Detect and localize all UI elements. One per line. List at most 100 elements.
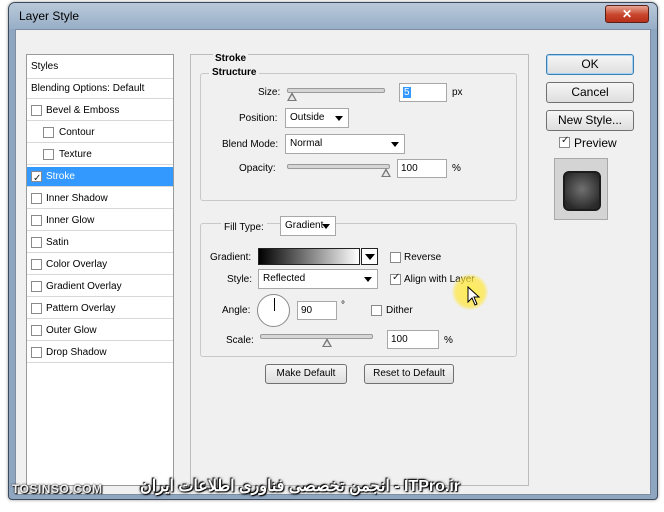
new-style-button[interactable]: New Style... bbox=[546, 110, 634, 131]
title-bar[interactable]: Layer Style ✕ bbox=[9, 3, 657, 29]
angle-dial-hand bbox=[274, 298, 275, 311]
fill-type-dropdown[interactable]: Gradient bbox=[280, 216, 336, 236]
position-dropdown[interactable]: Outside bbox=[285, 108, 349, 128]
sidebar-item-blending-options[interactable]: Blending Options: Default bbox=[27, 79, 173, 99]
gradient-picker-button[interactable] bbox=[361, 248, 378, 265]
sidebar-item-label: Blending Options: Default bbox=[31, 83, 145, 94]
chevron-down-icon bbox=[322, 224, 330, 229]
size-unit: px bbox=[452, 87, 463, 98]
inner-glow-checkbox[interactable] bbox=[31, 215, 42, 226]
style-preview-swatch bbox=[554, 158, 608, 220]
size-label: Size: bbox=[258, 87, 281, 98]
pattern-overlay-checkbox[interactable] bbox=[31, 303, 42, 314]
gradient-swatch[interactable] bbox=[258, 248, 360, 265]
sidebar-item-contour[interactable]: Contour bbox=[27, 123, 173, 143]
bevel-emboss-checkbox[interactable] bbox=[31, 105, 42, 116]
sidebar-item-label: Outer Glow bbox=[46, 325, 97, 336]
angle-label: Angle: bbox=[222, 305, 251, 316]
size-input[interactable]: 5 bbox=[399, 83, 447, 102]
stroke-panel: Stroke Structure Size: 5 px Position: Ou… bbox=[190, 53, 529, 486]
color-overlay-checkbox[interactable] bbox=[31, 259, 42, 270]
dither-label: Dither bbox=[386, 305, 413, 316]
close-icon: ✕ bbox=[621, 7, 633, 21]
make-default-label: Make Default bbox=[276, 368, 336, 379]
ok-label: OK bbox=[581, 57, 599, 71]
preview-thumbnail bbox=[563, 171, 601, 211]
sidebar-item-outer-glow[interactable]: Outer Glow bbox=[27, 321, 173, 341]
satin-checkbox[interactable] bbox=[31, 237, 42, 248]
opacity-slider[interactable] bbox=[287, 164, 390, 169]
scale-input[interactable]: 100 bbox=[387, 330, 439, 349]
opacity-input[interactable]: 100 bbox=[397, 159, 447, 178]
style-label: Style: bbox=[227, 274, 253, 285]
opacity-value: 100 bbox=[401, 163, 418, 174]
scale-slider[interactable] bbox=[260, 334, 373, 339]
scale-value: 100 bbox=[391, 334, 408, 345]
size-value: 5 bbox=[403, 87, 411, 98]
stroke-section-title: Stroke bbox=[213, 53, 249, 64]
sidebar-item-label: Inner Glow bbox=[46, 215, 95, 226]
sidebar-item-color-overlay[interactable]: Color Overlay bbox=[27, 255, 173, 275]
dither-checkbox[interactable] bbox=[371, 305, 382, 316]
cancel-label: Cancel bbox=[571, 85, 609, 99]
reset-to-default-label: Reset to Default bbox=[373, 368, 445, 379]
opacity-label: Opacity: bbox=[239, 163, 276, 174]
align-with-layer-checkbox[interactable] bbox=[390, 272, 401, 285]
opacity-slider-thumb[interactable] bbox=[381, 168, 391, 177]
sidebar-item-drop-shadow[interactable]: Drop Shadow bbox=[27, 343, 173, 363]
gradient-label: Gradient: bbox=[210, 252, 252, 263]
stroke-checkbox[interactable] bbox=[31, 169, 42, 189]
size-slider-thumb[interactable] bbox=[287, 92, 297, 101]
gradient-overlay-checkbox[interactable] bbox=[31, 281, 42, 292]
preview-label: Preview bbox=[574, 136, 617, 150]
dialog-client-area: Styles Blending Options: Default Bevel &… bbox=[15, 29, 651, 495]
angle-input[interactable]: 90 bbox=[297, 301, 337, 320]
make-default-button[interactable]: Make Default bbox=[265, 364, 347, 384]
sidebar-item-texture[interactable]: Texture bbox=[27, 145, 173, 165]
reverse-checkbox[interactable] bbox=[390, 252, 401, 263]
watermark-itpro: انجمن تخصصی فناوری اطلاعات ایران - ITPro… bbox=[140, 478, 460, 495]
structure-title: Structure bbox=[209, 67, 260, 78]
sidebar-item-label: Satin bbox=[46, 237, 69, 248]
sidebar-item-satin[interactable]: Satin bbox=[27, 233, 173, 253]
angle-dial[interactable] bbox=[257, 294, 290, 327]
window-title: Layer Style bbox=[19, 9, 80, 23]
close-button[interactable]: ✕ bbox=[605, 5, 649, 23]
styles-list: Styles Blending Options: Default Bevel &… bbox=[26, 54, 174, 486]
sidebar-item-label: Pattern Overlay bbox=[46, 303, 116, 314]
blend-mode-dropdown[interactable]: Normal bbox=[285, 134, 405, 154]
sidebar-item-label: Bevel & Emboss bbox=[46, 105, 120, 116]
size-slider[interactable] bbox=[287, 88, 385, 93]
fill-type-label: Fill Type: bbox=[221, 222, 267, 233]
watermark-tosinso: TOSINSO.COM bbox=[12, 482, 103, 496]
position-value: Outside bbox=[290, 112, 325, 123]
chevron-down-icon bbox=[364, 277, 372, 282]
sidebar-item-inner-shadow[interactable]: Inner Shadow bbox=[27, 189, 173, 209]
sidebar-item-label: Gradient Overlay bbox=[46, 281, 122, 292]
cancel-button[interactable]: Cancel bbox=[546, 82, 634, 103]
gradient-style-value: Reflected bbox=[263, 273, 306, 284]
mouse-pointer-icon bbox=[467, 286, 481, 306]
sidebar-item-inner-glow[interactable]: Inner Glow bbox=[27, 211, 173, 231]
texture-checkbox[interactable] bbox=[43, 149, 54, 160]
styles-header[interactable]: Styles bbox=[27, 55, 173, 79]
sidebar-item-pattern-overlay[interactable]: Pattern Overlay bbox=[27, 299, 173, 319]
sidebar-item-bevel-emboss[interactable]: Bevel & Emboss bbox=[27, 101, 173, 121]
sidebar-item-label: Inner Shadow bbox=[46, 193, 108, 204]
sidebar-item-label: Drop Shadow bbox=[46, 347, 107, 358]
scale-slider-thumb[interactable] bbox=[322, 338, 332, 347]
contour-checkbox[interactable] bbox=[43, 127, 54, 138]
sidebar-item-label: Stroke bbox=[46, 171, 75, 182]
drop-shadow-checkbox[interactable] bbox=[31, 347, 42, 358]
sidebar-item-gradient-overlay[interactable]: Gradient Overlay bbox=[27, 277, 173, 297]
inner-shadow-checkbox[interactable] bbox=[31, 193, 42, 204]
reset-to-default-button[interactable]: Reset to Default bbox=[364, 364, 454, 384]
angle-unit: ° bbox=[341, 300, 345, 311]
sidebar-item-stroke[interactable]: Stroke bbox=[27, 167, 173, 189]
outer-glow-checkbox[interactable] bbox=[31, 325, 42, 336]
sidebar-item-label: Color Overlay bbox=[46, 259, 108, 270]
preview-checkbox[interactable] bbox=[559, 135, 570, 148]
ok-button[interactable]: OK bbox=[546, 54, 634, 75]
layer-style-dialog: Layer Style ✕ Styles Blending Options: D… bbox=[8, 2, 658, 500]
gradient-style-dropdown[interactable]: Reflected bbox=[258, 269, 378, 289]
